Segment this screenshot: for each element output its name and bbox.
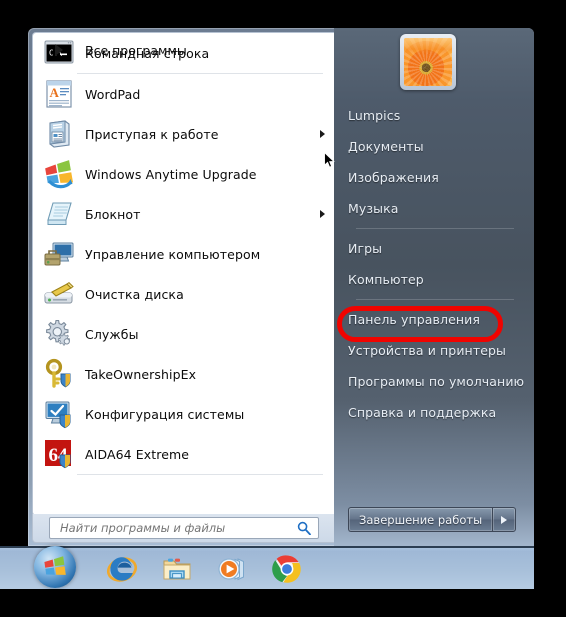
program-item[interactable]: Приступая к работе — [33, 114, 335, 154]
place-item[interactable]: Изображения — [334, 162, 534, 193]
search-input[interactable] — [58, 520, 294, 536]
place-item[interactable]: Справка и поддержка — [334, 397, 534, 428]
place-item-label: Документы — [348, 139, 424, 154]
place-item-label: Компьютер — [348, 272, 424, 287]
all-programs-label: Все программы — [85, 42, 187, 58]
all-programs-button[interactable]: Все программы — [33, 33, 335, 67]
program-item[interactable]: Конфигурация системы — [33, 394, 335, 434]
shutdown-options-button[interactable] — [492, 507, 517, 532]
place-item[interactable]: Панель управления — [334, 304, 534, 342]
place-item-label: Музыка — [348, 201, 399, 216]
program-item-label: AIDA64 Extreme — [85, 446, 190, 462]
program-item-label: Приступая к работе — [85, 126, 219, 142]
screen: Командная строка WordPad Приступая к работ… — [0, 0, 566, 617]
google-chrome-icon — [270, 552, 304, 586]
program-item-label: Службы — [85, 326, 139, 342]
place-item-label: Программы по умолчанию — [348, 374, 525, 389]
place-item[interactable]: Игры — [334, 233, 534, 264]
windows-media-player-icon — [215, 552, 249, 586]
list-separator — [356, 228, 514, 229]
program-item-label: Очистка диска — [85, 286, 184, 302]
program-item-label: WordPad — [85, 86, 141, 102]
list-separator — [77, 474, 323, 475]
program-item-label: Windows Anytime Upgrade — [85, 166, 257, 182]
place-item[interactable]: Документы — [334, 131, 534, 162]
start-menu-left-pane: Командная строка WordPad Приступая к работ… — [32, 32, 336, 516]
program-item[interactable]: AIDA64 Extreme — [33, 434, 335, 474]
start-menu-right-pane: Lumpics Документы Изображения Музыка Игры Ком… — [334, 28, 534, 546]
wordpad-icon — [43, 78, 75, 110]
taskbar-item-windows-explorer[interactable] — [160, 552, 194, 586]
program-item-label: Конфигурация системы — [85, 406, 245, 422]
program-item[interactable]: WordPad — [33, 74, 335, 114]
taskbar-item-google-chrome[interactable] — [270, 552, 304, 586]
place-item-label: Устройства и принтеры — [348, 343, 507, 358]
program-item[interactable]: Windows Anytime Upgrade — [33, 154, 335, 194]
taskbar — [0, 546, 534, 589]
program-item[interactable]: Службы — [33, 314, 335, 354]
windows-orb-icon — [43, 555, 67, 579]
place-item-label: Lumpics — [348, 108, 401, 123]
windows-upgrade-icon — [43, 158, 75, 190]
program-item[interactable]: Очистка диска — [33, 274, 335, 314]
program-item-label: Блокнот — [85, 206, 141, 222]
getting-started-icon — [43, 118, 75, 150]
avatar[interactable] — [400, 34, 462, 96]
triangle-right-icon — [501, 515, 508, 524]
place-item-label: Панель управления — [348, 312, 480, 327]
program-list: Командная строка WordPad Приступая к работ… — [33, 33, 335, 483]
disk-cleanup-icon — [43, 278, 75, 310]
take-ownership-icon — [43, 358, 75, 390]
place-item[interactable]: Компьютер — [334, 264, 534, 295]
place-item-label: Изображения — [348, 170, 439, 185]
submenu-arrow-icon[interactable] — [320, 210, 325, 218]
place-item[interactable]: Устройства и принтеры — [334, 335, 534, 366]
mouse-cursor — [324, 152, 335, 169]
program-item[interactable]: Блокнот — [33, 194, 335, 234]
program-item[interactable]: Управление компьютером — [33, 234, 335, 274]
windows-explorer-icon — [160, 552, 194, 586]
computer-management-icon — [43, 238, 75, 270]
place-item[interactable]: Программы по умолчанию — [334, 366, 534, 397]
start-button[interactable] — [34, 546, 76, 588]
list-separator — [356, 299, 514, 300]
taskbar-item-internet-explorer[interactable] — [105, 552, 139, 586]
notepad-icon — [43, 198, 75, 230]
submenu-arrow-icon[interactable] — [320, 130, 325, 138]
internet-explorer-icon — [105, 552, 139, 586]
search-area — [32, 514, 336, 543]
sunflower-avatar — [404, 38, 452, 86]
start-menu: Командная строка WordPad Приступая к работ… — [28, 28, 534, 546]
program-item[interactable]: TakeOwnershipEx — [33, 354, 335, 394]
place-item-label: Игры — [348, 241, 383, 256]
msconfig-icon — [43, 398, 75, 430]
triangle-right-icon — [43, 44, 75, 56]
shutdown-label: Завершение работы — [359, 512, 483, 527]
shutdown-area: Завершение работы — [348, 507, 517, 532]
place-item[interactable]: Музыка — [334, 193, 534, 224]
place-item-label: Справка и поддержка — [348, 405, 497, 420]
search-icon[interactable] — [297, 521, 311, 535]
shutdown-button[interactable]: Завершение работы — [348, 507, 493, 532]
search-box[interactable] — [49, 517, 319, 539]
program-item-label: TakeOwnershipEx — [85, 366, 197, 382]
places-list: Lumpics Документы Изображения Музыка Игры Ком… — [334, 100, 534, 428]
aida64-icon — [43, 438, 75, 470]
place-item[interactable]: Lumpics — [334, 100, 534, 131]
program-item-label: Управление компьютером — [85, 246, 261, 262]
taskbar-item-windows-media-player[interactable] — [215, 552, 249, 586]
services-icon — [43, 318, 75, 350]
